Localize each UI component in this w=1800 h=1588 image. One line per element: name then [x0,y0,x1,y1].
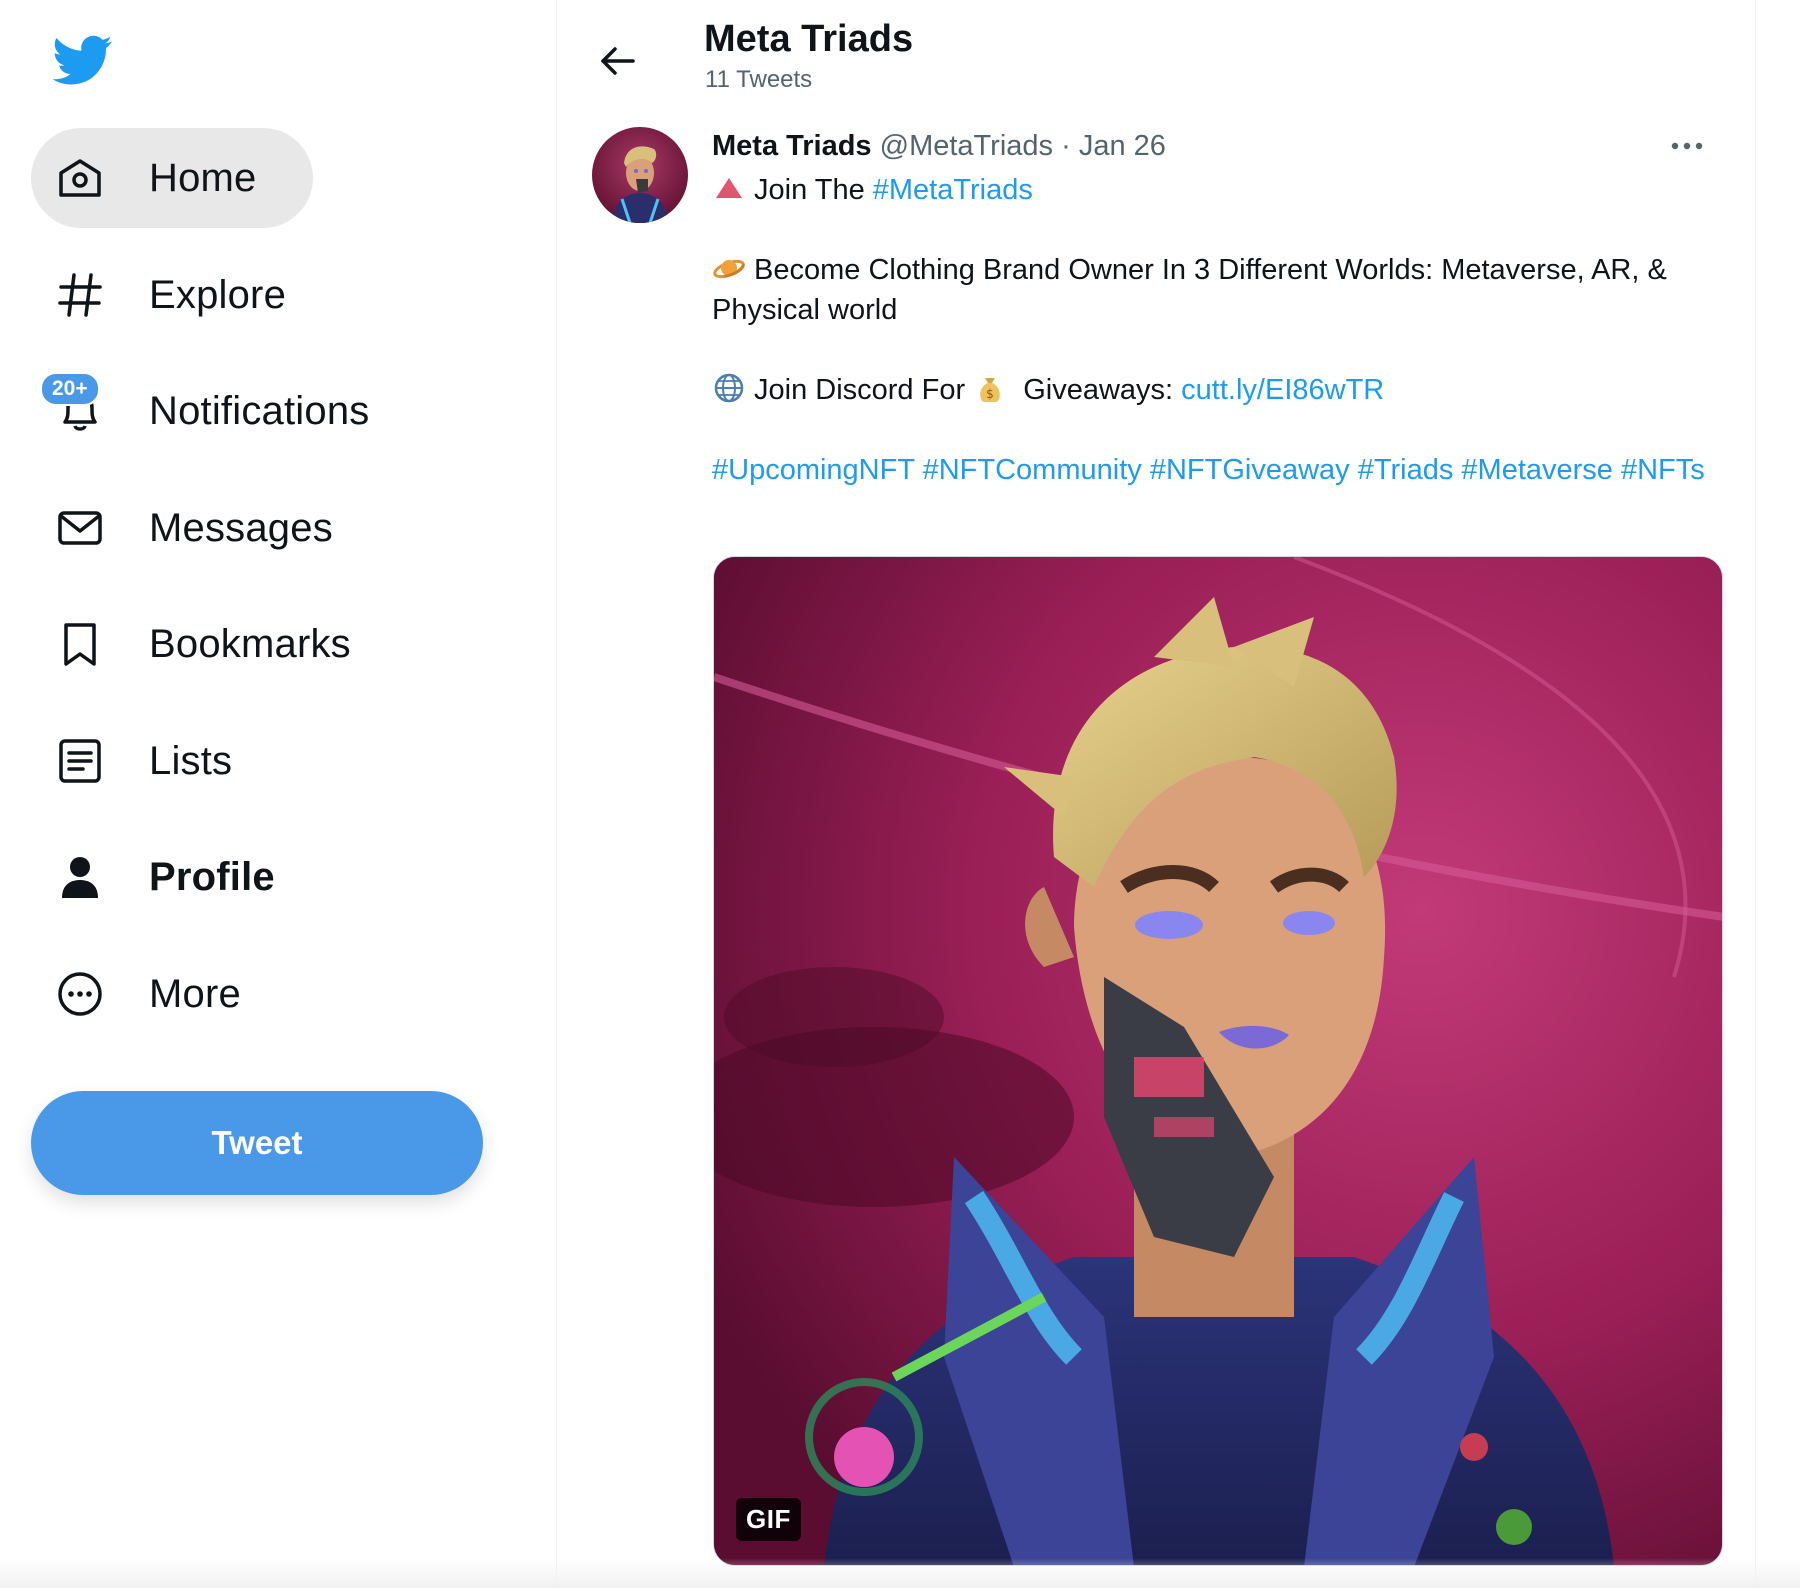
tweet-line1-text: Join The [754,174,873,206]
nav-profile[interactable]: Profile [31,827,331,927]
tweet-text: Join The #MetaTriads Become Clothing Bra… [712,170,1722,490]
nav-explore[interactable]: Explore [31,245,342,345]
tweet-author-name[interactable]: Meta Triads [712,130,872,162]
nav-explore-label: Explore [149,272,287,317]
sidebar: Home Explore 20+ Notifications Messages … [0,0,556,1588]
bookmark-icon [55,619,105,669]
back-arrow-icon[interactable] [593,36,643,86]
nav-messages-label: Messages [149,505,333,550]
hashtag-link[interactable]: #NFTs [1621,454,1705,486]
tweet-author-handle[interactable]: @MetaTriads [880,130,1053,162]
main-column: Meta Triads 11 Tweets Meta Triads @MetaT… [556,0,1756,1588]
svg-text:$: $ [986,387,994,401]
tweet-date[interactable]: Jan 26 [1079,130,1166,162]
hashtag-link[interactable]: #Metaverse [1461,454,1613,486]
nav-home-label: Home [149,155,257,200]
list-icon [55,736,105,786]
tweet-line-discord: Join Discord For $ Giveaways: cutt.ly/EI… [712,370,1722,410]
tweet-line3-prefix: Join Discord For [754,374,974,406]
tweet-line-join: Join The #MetaTriads [712,170,1722,210]
nav-profile-label: Profile [149,854,275,899]
envelope-icon [55,503,105,553]
nav-lists[interactable]: Lists [31,711,288,811]
home-icon [55,153,105,203]
person-icon [55,852,105,902]
nav-more[interactable]: More [31,944,297,1044]
hashtag-link[interactable]: #NFTCommunity [923,454,1142,486]
twitter-bird-icon[interactable] [50,30,116,90]
nav-bookmarks[interactable]: Bookmarks [31,594,407,694]
tweet-count: 11 Tweets [705,66,813,93]
notifications-badge: 20+ [40,372,100,406]
red-triangle-icon [712,172,746,204]
avatar[interactable] [592,127,688,223]
ringed-planet-icon [712,252,746,284]
nav-more-label: More [149,971,241,1016]
nft-character-illustration [714,557,1722,1565]
hashtag-link[interactable]: #UpcomingNFT [712,454,915,486]
separator-dot: · [1061,130,1071,162]
gif-badge: GIF [736,1498,801,1541]
nav-home[interactable]: Home [31,128,313,228]
nav-notifications-label: Notifications [149,388,370,433]
globe-icon [712,372,746,404]
tweet-button[interactable]: Tweet [31,1091,483,1195]
money-bag-icon: $ [973,372,1007,404]
tweet-header: Meta Triads @MetaTriads · Jan 26 [712,130,1166,163]
hashtag-link[interactable]: #Triads [1358,454,1454,486]
hashtag-link-metatriads[interactable]: #MetaTriads [873,174,1033,206]
nav-bookmarks-label: Bookmarks [149,621,351,666]
tweet-media-gif[interactable]: GIF [713,556,1723,1566]
tweet-line3-middle: Giveaways: [1015,374,1182,406]
more-circle-icon [55,969,105,1019]
nav-messages[interactable]: Messages [31,478,389,578]
discord-link[interactable]: cutt.ly/EI86wTR [1181,374,1384,406]
tweet-hashtags: #UpcomingNFT #NFTCommunity #NFTGiveaway … [712,450,1722,490]
tweet-line2-text: Become Clothing Brand Owner In 3 Differe… [712,254,1667,326]
hashtag-icon [55,270,105,320]
nav-notifications[interactable]: 20+ Notifications [31,361,425,461]
hashtag-link[interactable]: #NFTGiveaway [1150,454,1350,486]
nav-lists-label: Lists [149,738,233,783]
more-options-icon[interactable] [1669,134,1705,158]
tweet-line-clothing: Become Clothing Brand Owner In 3 Differe… [712,250,1722,330]
page-title: Meta Triads [704,18,914,60]
bell-icon: 20+ [40,372,105,436]
